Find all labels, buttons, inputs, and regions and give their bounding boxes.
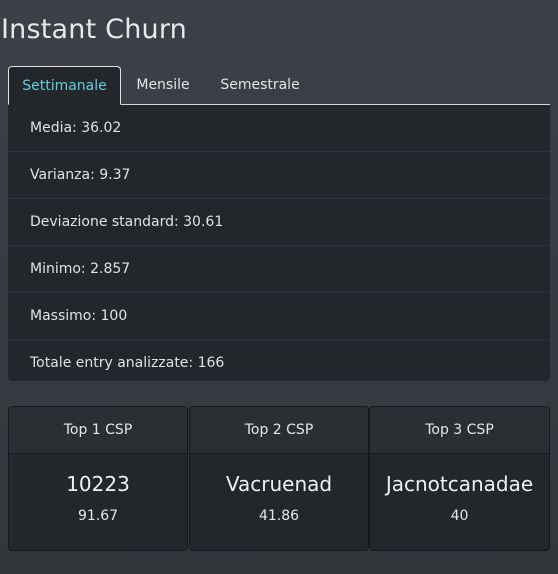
stat-massimo: Massimo: 100 bbox=[8, 293, 550, 340]
stat-deviazione-standard: Deviazione standard: 30.61 bbox=[8, 199, 550, 246]
period-tabs: Settimanale Mensile Semestrale bbox=[8, 66, 550, 105]
page-title: Instant Churn bbox=[1, 14, 187, 45]
stat-totale-entry: Totale entry analizzate: 166 bbox=[30, 355, 225, 371]
card-header: Top 1 CSP bbox=[9, 407, 187, 454]
stat-varianza: Varianza: 9.37 bbox=[8, 152, 550, 199]
tab-settimanale[interactable]: Settimanale bbox=[8, 66, 121, 105]
top-3-csp-card: Top 3 CSP Jacnotcanadae 40 bbox=[369, 406, 550, 551]
top-2-csp-card: Top 2 CSP Vacruenad 41.86 bbox=[189, 406, 369, 551]
top-csp-cards: Top 1 CSP 10223 91.67 Top 2 CSP Vacruena… bbox=[8, 406, 550, 551]
csp-value: 91.67 bbox=[77, 508, 119, 524]
csp-value: 41.86 bbox=[258, 508, 300, 524]
stat-minimo: Minimo: 2.857 bbox=[8, 246, 550, 293]
tab-mensile[interactable]: Mensile bbox=[126, 66, 200, 104]
csp-name: Vacruenad bbox=[225, 472, 333, 496]
csp-value: 40 bbox=[450, 508, 469, 524]
stat-media: Media: 36.02 bbox=[8, 105, 550, 152]
card-header: Top 2 CSP bbox=[190, 407, 368, 454]
csp-name: 10223 bbox=[66, 472, 130, 496]
card-header: Top 3 CSP bbox=[370, 407, 549, 454]
statistics-panel: Media: 36.02 Varianza: 9.37 Deviazione s… bbox=[8, 105, 550, 381]
top-1-csp-card: Top 1 CSP 10223 91.67 bbox=[8, 406, 188, 551]
csp-name: Jacnotcanadae bbox=[385, 472, 534, 496]
tab-semestrale[interactable]: Semestrale bbox=[213, 66, 307, 104]
